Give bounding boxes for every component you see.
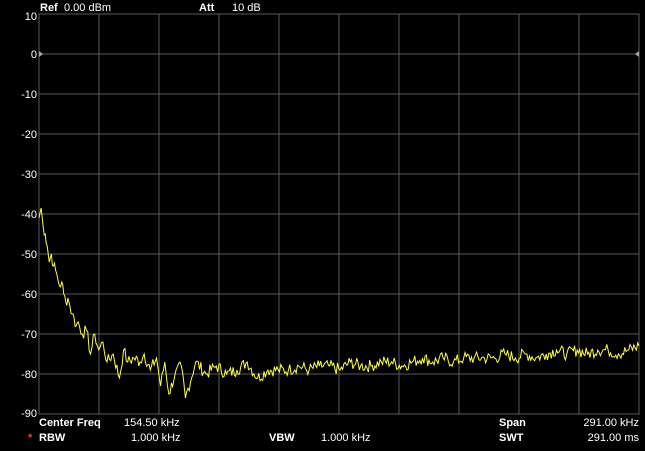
y-tick-label: -10: [21, 89, 37, 101]
att-label: Att: [199, 2, 215, 14]
y-tick-label: -50: [21, 249, 37, 261]
vbw-value: 1.000 kHz: [321, 432, 371, 444]
y-tick-label: -30: [21, 169, 37, 181]
y-tick-label: -20: [21, 129, 37, 141]
spectrum-display: 10 0 -10 -20 -30 -40 -50 -60 -70 -80 -90: [21, 11, 640, 420]
center-freq-label: Center Freq: [39, 417, 101, 429]
rbw-manual-marker: *: [28, 432, 33, 444]
y-tick-label: 0: [31, 49, 37, 61]
span-label: Span: [499, 417, 526, 429]
swt-value: 291.00 ms: [587, 432, 639, 444]
ref-label: Ref: [40, 2, 58, 14]
span-value: 291.00 kHz: [583, 417, 639, 429]
swt-label: SWT: [499, 432, 524, 444]
center-freq-value: 154.50 kHz: [124, 417, 180, 429]
y-tick-label: -40: [21, 209, 37, 221]
rbw-value: 1.000 kHz: [131, 432, 181, 444]
att-value: 10 dB: [232, 2, 261, 14]
ref-value: 0.00 dBm: [64, 2, 112, 14]
vbw-label: VBW: [269, 432, 295, 444]
y-axis-tick-labels: 10 0 -10 -20 -30 -40 -50 -60 -70 -80 -90: [21, 11, 37, 420]
y-tick-label: -80: [21, 369, 37, 381]
y-tick-label: -60: [21, 289, 37, 301]
y-tick-label: 10: [25, 11, 37, 23]
rbw-label: RBW: [39, 432, 66, 444]
y-tick-label: -70: [21, 329, 37, 341]
y-tick-label: -90: [21, 408, 37, 420]
